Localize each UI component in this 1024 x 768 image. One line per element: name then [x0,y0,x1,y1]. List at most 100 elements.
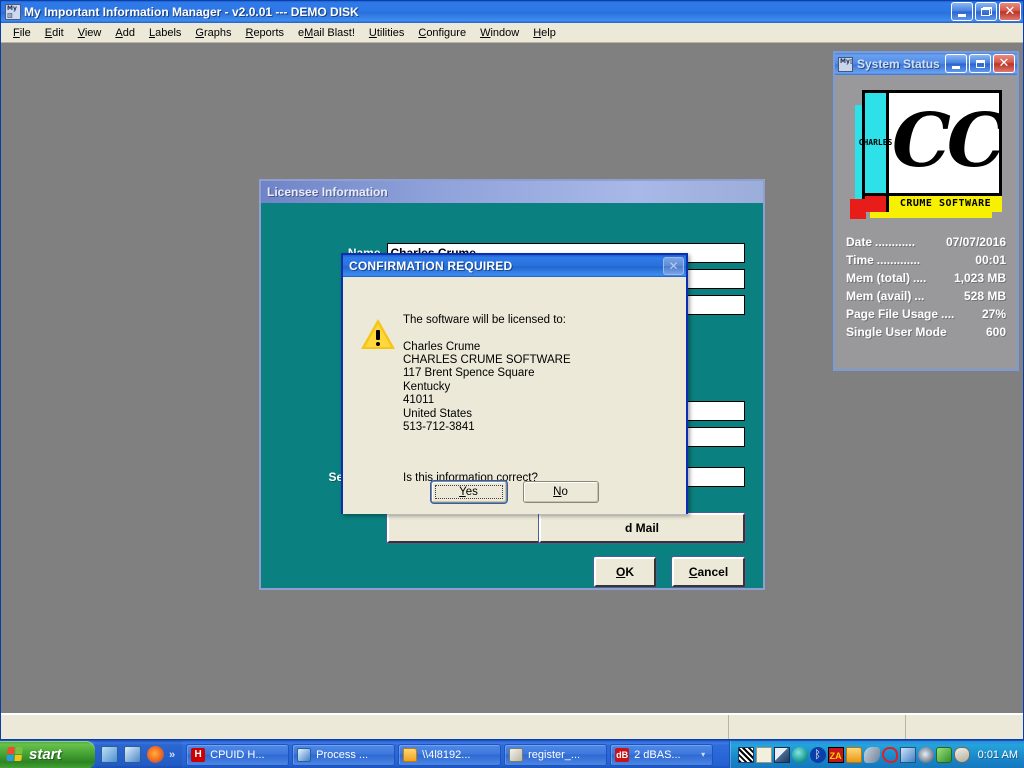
start-label: start [29,746,62,763]
ok-button[interactable]: OK [594,557,656,587]
app-restore-button[interactable] [975,2,997,21]
licensee-line: United States [403,407,473,420]
globe-icon[interactable] [791,746,808,763]
logo-ccs-mark: CCs [892,98,1002,184]
menu-item-email-blast[interactable]: eMail Blast! [291,25,362,41]
taskbar-item-process-explorer[interactable]: Process ... [292,743,396,766]
status-label: Mem (avail) [846,289,912,303]
warning-icon [361,319,395,350]
app-window-controls: ✕ [951,2,1021,21]
menu-item-view[interactable]: View [71,25,109,41]
system-status-icon: My▥ [838,56,853,72]
menu-item-file[interactable]: File [6,25,38,41]
licensee-line: 41011 [403,394,435,407]
statusbar-panel-2 [729,715,906,739]
system-status-window-controls: ✕ [945,54,1015,73]
system-status-title: System Status [857,57,940,71]
status-row-single-user-mode: Single User Mode 600 [844,325,1008,339]
status-row-time: Time ............. 00:01 [844,253,1008,267]
menu-item-reports[interactable]: Reports [238,25,291,41]
taskbar-item-label: \\4l8192... [422,748,471,761]
licensee-line: 117 Brent Spence Square [403,367,535,380]
green-plug-icon[interactable] [935,746,952,763]
clock[interactable]: 0:01 AM [978,749,1018,761]
system-status-minimize-button[interactable] [945,54,967,73]
system-status-window: My▥ System Status ✕ CHARLES CCs CRUME SO… [833,51,1019,371]
taskbar-item-cpuid[interactable]: H CPUID H... [186,743,290,766]
no-button[interactable]: No [522,481,599,503]
app-close-button[interactable]: ✕ [999,2,1021,21]
cancel-button[interactable]: Cancel [672,557,745,587]
licensee-line: Kentucky [403,380,451,393]
cpuid-hwmonitor-icon: H [191,747,206,762]
menu-item-labels[interactable]: Labels [142,25,188,41]
licensee-line: CHARLES CRUME SOFTWARE [403,353,571,366]
status-value: 528 MB [963,289,1006,303]
confirmation-intro: The software will be licensed to: [403,314,566,326]
status-label: Mem (total) [846,271,910,285]
taskbar-item-network-folder[interactable]: \\4l8192... [398,743,502,766]
status-label: Single User Mode [846,325,947,339]
screen-pen-icon[interactable] [773,746,790,763]
mouse-icon[interactable] [953,746,970,763]
network-icon[interactable] [899,746,916,763]
taskbar-item-register[interactable]: register_... [504,743,608,766]
yes-button[interactable]: Yes [430,481,507,503]
menu-item-window[interactable]: Window [473,25,526,41]
confirmation-dialog-titlebar[interactable]: CONFIRMATION REQUIRED ✕ [343,255,686,277]
menu-item-configure[interactable]: Configure [411,25,473,41]
folder-share-icon[interactable] [845,746,862,763]
confirmation-dialog-title: CONFIRMATION REQUIRED [349,259,513,273]
volume-icon[interactable] [917,746,934,763]
left-action-button[interactable] [387,513,543,543]
menu-item-graphs[interactable]: Graphs [188,25,238,41]
confirmation-dialog-body: The software will be licensed to: Charle… [343,277,686,514]
show-desktop-icon[interactable] [101,746,118,763]
status-value: 07/07/2016 [945,235,1006,249]
folder-icon [403,747,418,762]
status-value: 27% [981,307,1006,321]
bluetooth-icon[interactable]: ᛒ [809,746,826,763]
qr-code-icon[interactable] [737,746,754,763]
red-lasso-icon[interactable] [881,746,898,763]
status-dots: ............. [876,253,921,267]
menu-item-utilities[interactable]: Utilities [362,25,411,41]
close-icon[interactable]: ✕ [663,257,684,275]
system-status-rows: Date ............ 07/07/2016 Time ......… [844,235,1008,339]
menubar: File Edit View Add Labels Graphs Reports… [1,23,1023,43]
status-label: Time [846,253,874,267]
outlook-express-icon[interactable] [124,746,141,763]
app-icon: My ▥ [5,4,21,20]
chevron-expand-icon[interactable]: » [169,749,175,761]
confirmation-dialog-text: The software will be licensed to: Charle… [403,314,676,434]
menu-item-edit[interactable]: Edit [38,25,71,41]
app-minimize-button[interactable] [951,2,973,21]
statusbar-panel-3 [906,715,1023,739]
task-buttons: H CPUID H... Process ... \\4l8192... reg… [182,743,729,766]
logo-red-box [865,193,889,212]
system-tray: ᛒ ZA 0:01 AM [728,740,1024,768]
zonealarm-icon[interactable]: ZA [827,746,844,763]
start-button[interactable]: start [0,740,95,768]
chevron-down-icon[interactable]: ▾ [701,750,705,759]
status-row-mem-total: Mem (total) .... 1,023 MB [844,271,1008,285]
menu-item-help[interactable]: Help [526,25,563,41]
status-dots: .... [941,307,955,321]
system-status-body: CHARLES CCs CRUME SOFTWARE Date ........… [835,75,1017,345]
menu-item-add[interactable]: Add [108,25,142,41]
licensee-titlebar[interactable]: Licensee Information [261,181,763,203]
confirmation-dialog-buttons: Yes No [343,481,686,503]
app-titlebar[interactable]: My ▥ My Important Information Manager - v… [1,1,1023,23]
firefox-icon[interactable] [147,746,164,763]
taskbar-item-label: 2 dBAS... [634,748,681,761]
system-status-maximize-button[interactable] [969,54,991,73]
system-status-close-button[interactable]: ✕ [993,54,1015,73]
taskbar-item-dbase-group[interactable]: dB 2 dBAS... ▾ [610,743,714,766]
status-dots: ............ [875,235,916,249]
licensee-title: Licensee Information [267,185,388,199]
statusbar [1,713,1023,739]
fish-icon[interactable] [863,746,880,763]
system-status-titlebar[interactable]: My▥ System Status ✕ [835,53,1017,75]
send-mail-button[interactable]: d Mail [539,513,745,543]
notepad-icon[interactable] [755,746,772,763]
